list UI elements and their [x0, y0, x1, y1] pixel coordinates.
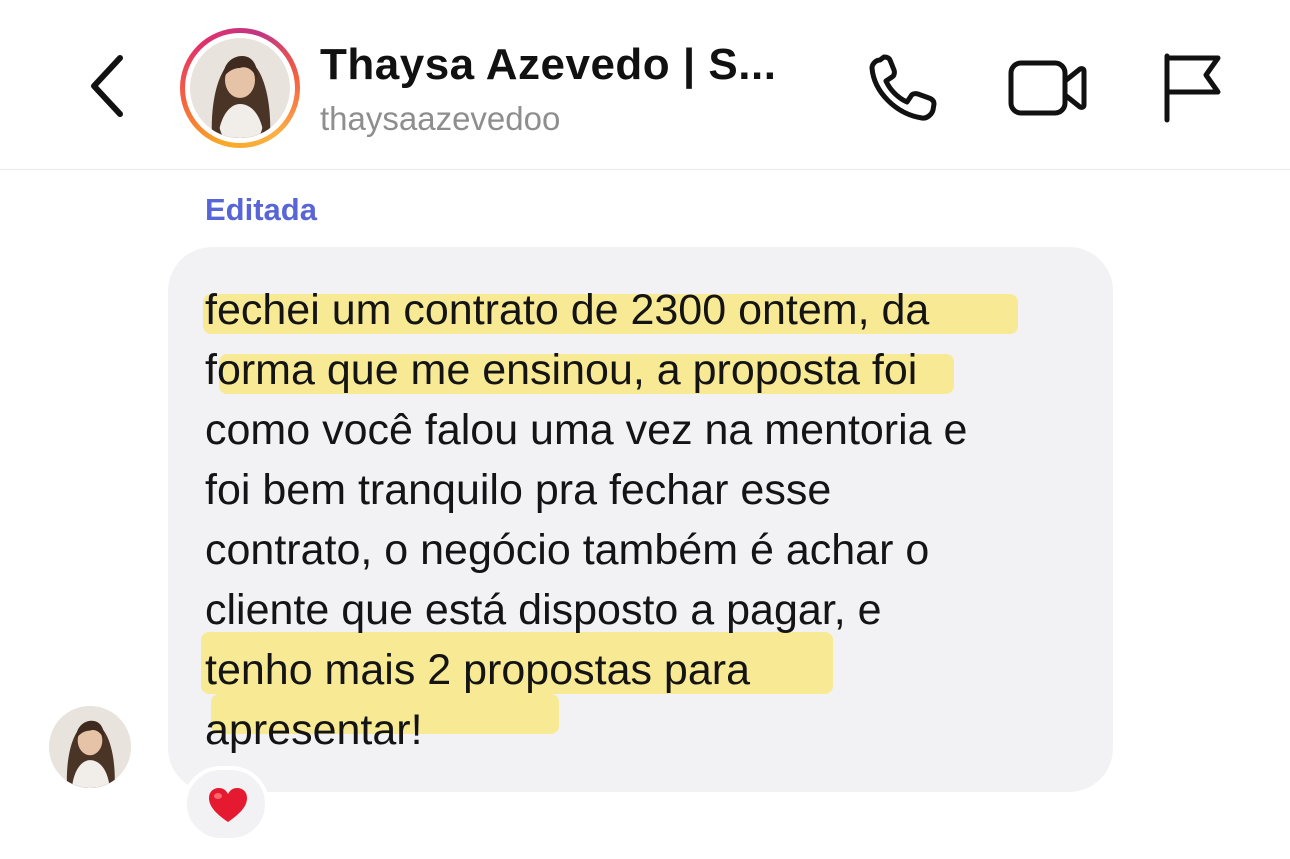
message-line: forma que me ensinou, a proposta foi [205, 340, 967, 400]
message-line: como você falou uma vez na mentoria e [205, 406, 968, 454]
back-button[interactable] [84, 50, 134, 122]
contact-username: thaysaazevedoo [320, 100, 561, 137]
video-camera-icon [1008, 60, 1087, 116]
message-line: apresentar! [205, 694, 967, 760]
heart-reaction[interactable] [183, 766, 269, 842]
phone-icon [869, 54, 937, 121]
call-button[interactable] [866, 52, 942, 124]
flag-icon [1164, 53, 1221, 123]
sender-avatar[interactable] [49, 706, 131, 788]
edited-label: Editada [205, 192, 317, 227]
message-line: foi bem tranquilo pra fechar esse [205, 466, 832, 514]
chevron-left-icon [91, 55, 123, 117]
chat-header: Thaysa Azevedo | S... thaysaazevedoo [0, 0, 1290, 170]
message-line: tenho mais 2 propostas para [201, 632, 967, 700]
message-line: contrato, o negócio também é achar o [205, 526, 930, 574]
report-button[interactable] [1158, 50, 1226, 124]
message-line: cliente que está disposto a pagar, e [205, 586, 882, 634]
video-call-button[interactable] [1006, 55, 1088, 121]
heart-icon [209, 788, 247, 822]
message-text: fechei um contrato de 2300 ontem, da for… [201, 280, 1018, 760]
avatar-photo [190, 38, 290, 138]
message-line: fechei um contrato de 2300 ontem, da [203, 280, 1018, 340]
profile-avatar[interactable] [180, 28, 300, 148]
contact-display-name[interactable]: Thaysa Azevedo | S... [320, 40, 820, 90]
